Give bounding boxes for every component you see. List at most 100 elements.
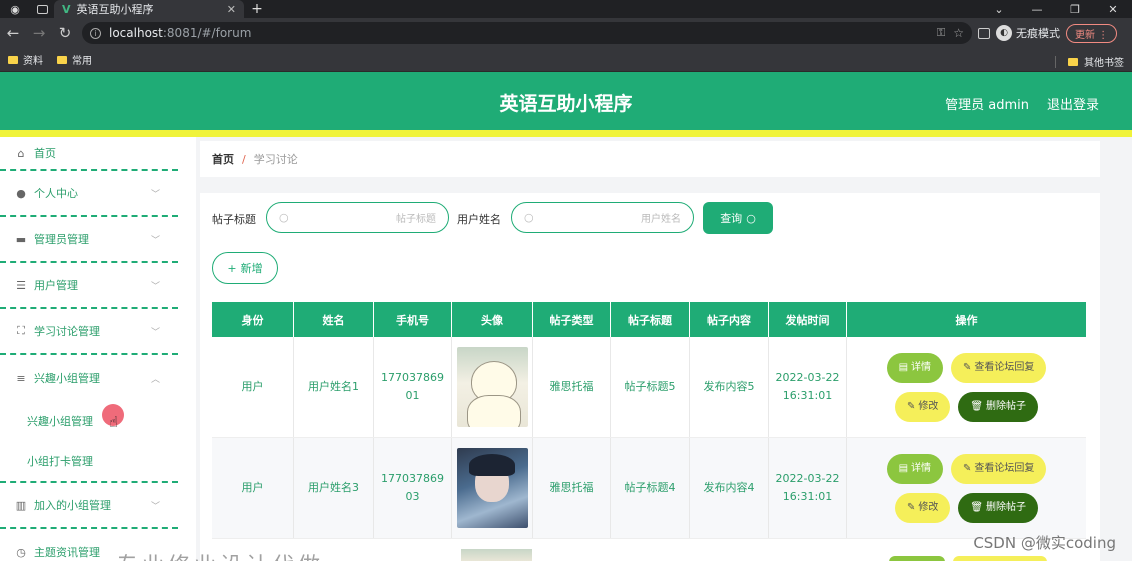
edit-icon: ✎	[906, 501, 916, 513]
add-button[interactable]: + 新增	[212, 252, 278, 284]
fullscreen-icon: ⛶	[17, 324, 25, 337]
vue-logo-icon: V	[62, 2, 71, 16]
close-window-icon[interactable]: ✕	[1094, 0, 1132, 18]
sidebar-item-label: 首页	[34, 147, 56, 160]
chevron-down-icon: ﹀	[150, 327, 160, 338]
cell-name: 用户姓名3	[294, 438, 374, 538]
edit-label: 修改	[918, 501, 939, 513]
bookmark-label: 资料	[23, 56, 43, 67]
partial-avatar	[461, 549, 532, 561]
star-icon[interactable]: ☆	[953, 26, 964, 40]
column-header: 姓名	[294, 302, 374, 337]
cell-name: 用户姓名1	[294, 337, 374, 437]
folder-icon	[1068, 57, 1078, 66]
tab-title: 英语互助小程序	[76, 3, 154, 16]
browser-menu-icon[interactable]: ◉	[0, 0, 30, 18]
tab-overview-icon[interactable]	[30, 0, 54, 18]
forward-icon[interactable]: →	[26, 24, 52, 42]
clock-icon: ◷	[16, 545, 26, 559]
logout-link[interactable]: 退出登录	[1047, 94, 1099, 113]
sidebar-item-joined-groups[interactable]: ▥ 加入的小组管理 ﹀	[0, 483, 178, 529]
sidebar-item-label: 个人中心	[34, 187, 78, 200]
bookmark-folder[interactable]: 常用	[57, 52, 92, 67]
detail-button[interactable]: ▤ 详情	[886, 453, 944, 484]
reload-icon[interactable]: ↻	[52, 24, 78, 42]
edit-button[interactable]: ✎ 修改	[894, 492, 951, 523]
submenu-item-group-manage[interactable]: 兴趣小组管理	[0, 401, 178, 441]
view-replies-button[interactable]: ✎ 查看论坛回复	[951, 453, 1047, 484]
submenu-item-checkin-manage[interactable]: 小组打卡管理	[0, 441, 178, 481]
cell-title: 帖子标题5	[611, 337, 690, 437]
close-tab-icon[interactable]: ✕	[227, 3, 236, 16]
minimize-icon[interactable]: —	[1018, 0, 1056, 18]
new-tab-icon[interactable]: +	[244, 1, 270, 17]
submenu-groups: 兴趣小组管理 小组打卡管理	[0, 401, 178, 483]
cell-time: 2022-03-22 16:31:01	[769, 337, 847, 437]
chevron-down-icon: ﹀	[150, 281, 160, 292]
sidebar: ⌂ 首页 ● 个人中心 ﹀ ▬ 管理员管理 ﹀ ☰ 用户管理 ﹀ ⛶ 学习讨论管…	[0, 137, 190, 561]
cell-type: 雅思托福	[533, 337, 611, 437]
cell-content: 发布内容5	[690, 337, 769, 437]
search-icon: ○	[746, 211, 756, 225]
folder-icon	[8, 55, 18, 64]
search-icon: ○	[279, 211, 289, 224]
bookmark-label: 常用	[72, 56, 92, 67]
sidebar-item-forum[interactable]: ⛶ 学习讨论管理 ﹀	[0, 309, 178, 355]
url-field[interactable]: i localhost:8081/#/forum ⚿ ☆	[82, 22, 972, 44]
action-buttons: ▤ 详情 ✎ 查看论坛回复 ✎ 修改 🗑 删除帖子	[886, 352, 1047, 422]
cell-role: 用户	[212, 438, 294, 538]
edit-button[interactable]: ✎ 修改	[894, 391, 951, 422]
key-icon[interactable]: ⚿	[937, 26, 945, 40]
browser-tools: ◐ 无痕模式 更新 ⋮	[978, 22, 1118, 44]
side-panel-icon[interactable]	[978, 27, 990, 39]
breadcrumb-home[interactable]: 首页	[212, 151, 234, 167]
sidebar-item-label: 主题资讯管理	[34, 546, 100, 559]
other-bookmarks[interactable]: 其他书签	[1055, 54, 1124, 69]
back-icon[interactable]: ←	[0, 24, 26, 42]
phone-value: 17703786903	[381, 472, 444, 503]
cell-phone: 17703786903	[374, 438, 452, 538]
sidebar-item-home[interactable]: ⌂ 首页	[0, 137, 178, 171]
query-button[interactable]: 查询 ○	[703, 202, 773, 234]
sidebar-item-label: 用户管理	[34, 279, 78, 292]
url-path: :8081/#/forum	[162, 26, 252, 40]
delete-post-button[interactable]: 🗑 删除帖子	[958, 492, 1039, 523]
table-row: 用户 用户姓名3 17703786903 雅思托福 帖子标题4 发布内容4 20…	[212, 438, 1086, 539]
user-name-input[interactable]: ○ 用户姓名	[511, 202, 694, 233]
bookmark-folder[interactable]: 资料	[8, 52, 43, 67]
sidebar-item-profile[interactable]: ● 个人中心 ﹀	[0, 171, 178, 217]
post-title-input[interactable]: ○ 帖子标题	[266, 202, 449, 233]
delete-post-button[interactable]: 🗑 删除帖子	[958, 391, 1039, 422]
video-overlay-text: 专业修业设计代做	[116, 548, 324, 561]
incognito-indicator[interactable]: ◐ 无痕模式	[996, 25, 1060, 41]
view-replies-button[interactable]: ✎ 查看论坛回复	[951, 352, 1047, 383]
header-accent-strip	[0, 130, 1132, 137]
sidebar-item-groups[interactable]: ≡ 兴趣小组管理 ︿	[0, 355, 178, 401]
column-header: 帖子类型	[533, 302, 611, 337]
update-label: 更新	[1075, 29, 1095, 41]
chevron-up-icon: ︿	[150, 374, 160, 385]
column-header: 帖子内容	[690, 302, 769, 337]
user-name-label: 用户姓名	[457, 213, 501, 226]
menu-icon: ≡	[16, 371, 26, 385]
info-icon[interactable]: i	[90, 27, 101, 39]
detail-label: 详情	[911, 462, 932, 474]
breadcrumb: 首页 / 学习讨论	[200, 141, 1100, 177]
trash-icon: 🗑	[970, 400, 984, 412]
breadcrumb-current: 学习讨论	[253, 153, 298, 166]
user-name-placeholder: 用户姓名	[641, 214, 681, 225]
browser-tabbar: ◉ V 英语互助小程序 ✕ + ⌄ — ❐ ✕	[0, 0, 1132, 18]
avatar	[456, 347, 528, 427]
sidebar-item-admins[interactable]: ▬ 管理员管理 ﹀	[0, 217, 178, 263]
detail-button[interactable]: ▤ 详情	[886, 352, 944, 383]
cell-actions: ▤ 详情 ✎ 查看论坛回复 ✎ 修改 🗑 删除帖子	[847, 438, 1086, 538]
incognito-label: 无痕模式	[1016, 27, 1060, 40]
chevron-down-icon[interactable]: ⌄	[980, 0, 1018, 18]
browser-tab[interactable]: V 英语互助小程序 ✕	[54, 0, 244, 18]
chevron-down-icon: ﹀	[150, 501, 160, 512]
cell-avatar	[452, 438, 533, 538]
sidebar-item-users[interactable]: ☰ 用户管理 ﹀	[0, 263, 178, 309]
maximize-icon[interactable]: ❐	[1056, 0, 1094, 18]
update-button[interactable]: 更新 ⋮	[1066, 23, 1118, 43]
time-value: 2022-03-22 16:31:01	[775, 472, 840, 503]
